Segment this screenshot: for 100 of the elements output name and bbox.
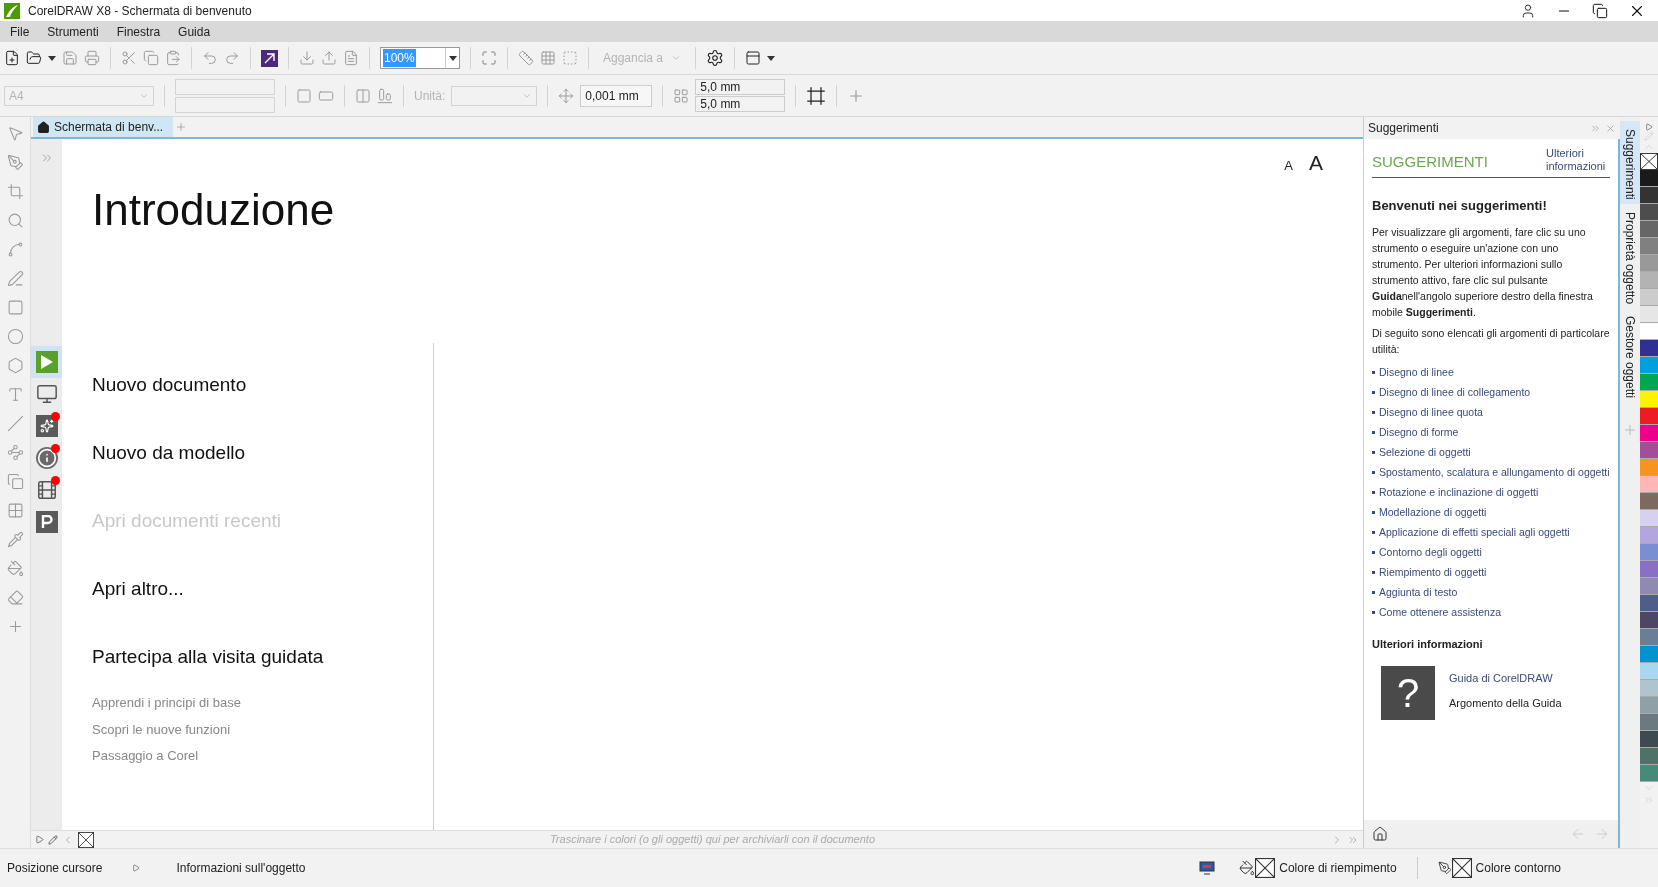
- welcome-link[interactable]: Apprendi i principi di base: [92, 693, 433, 713]
- color-swatch[interactable]: [1640, 714, 1658, 731]
- topic-link[interactable]: Disegno di linee: [1379, 363, 1454, 380]
- fill-bucket-icon[interactable]: [1239, 860, 1256, 876]
- paste-icon[interactable]: [165, 50, 181, 66]
- topic-link[interactable]: Come ottenere assistenza: [1379, 603, 1501, 620]
- duplicate-x-field[interactable]: 5,0 mm: [695, 79, 786, 95]
- palette-menu-icon[interactable]: [1645, 123, 1653, 131]
- color-swatch[interactable]: [1640, 391, 1658, 408]
- color-swatch[interactable]: [1640, 255, 1658, 272]
- text-icon[interactable]: [6, 386, 24, 403]
- color-swatch[interactable]: [1640, 476, 1658, 493]
- topic-link[interactable]: Selezione di oggetti: [1379, 443, 1471, 460]
- dimension-icon[interactable]: [6, 415, 24, 432]
- pdf-icon[interactable]: [343, 50, 359, 66]
- topic-link[interactable]: Modellazione di oggetti: [1379, 503, 1487, 520]
- welcome-tab[interactable]: [31, 346, 62, 378]
- welcome-menu-item[interactable]: Partecipa alla visita guidata: [92, 623, 433, 691]
- topic-link[interactable]: Contorno degli oggetti: [1379, 543, 1482, 560]
- docker-tab[interactable]: Suggerimenti: [1620, 121, 1640, 204]
- undo-icon[interactable]: [202, 50, 218, 66]
- color-swatch[interactable]: [1640, 646, 1658, 663]
- color-swatch[interactable]: [1640, 221, 1658, 238]
- portrait-icon[interactable]: [296, 87, 312, 104]
- color-swatch[interactable]: [1640, 544, 1658, 561]
- welcome-menu-item[interactable]: Nuovo documento: [92, 351, 433, 419]
- topic-link[interactable]: Riempimento di oggetti: [1379, 563, 1487, 580]
- more-info-link[interactable]: Ulteriori informazioni: [1546, 147, 1610, 173]
- document-tab[interactable]: Schermata di benv...: [33, 117, 173, 137]
- duplicate-y-field[interactable]: 5,0 mm: [695, 96, 786, 112]
- color-swatch[interactable]: [1640, 663, 1658, 680]
- outline-pen-icon[interactable]: [1437, 861, 1452, 875]
- polygon-icon[interactable]: [6, 357, 24, 374]
- color-swatch[interactable]: [1640, 306, 1658, 323]
- app-launcher-icon[interactable]: [261, 49, 278, 67]
- fill-icon[interactable]: [6, 560, 24, 577]
- export-icon[interactable]: [321, 50, 337, 66]
- docker-tab[interactable]: Proprietà oggetto: [1620, 203, 1640, 308]
- color-swatch[interactable]: [1640, 561, 1658, 578]
- color-swatch[interactable]: [1640, 442, 1658, 459]
- palette-menu-icon[interactable]: [35, 835, 44, 844]
- forward-icon[interactable]: [1594, 826, 1610, 842]
- color-swatch[interactable]: [1640, 765, 1658, 782]
- caret-icon[interactable]: [48, 55, 56, 61]
- color-swatch[interactable]: [1640, 493, 1658, 510]
- color-swatch[interactable]: [1640, 357, 1658, 374]
- units-field[interactable]: [451, 85, 538, 106]
- topic-link[interactable]: Disegno di linee di collegamento: [1379, 383, 1531, 400]
- back-icon[interactable]: [1570, 826, 1586, 842]
- shadow-icon[interactable]: [6, 473, 24, 490]
- color-swatch[interactable]: [1640, 595, 1658, 612]
- redo-icon[interactable]: [224, 50, 240, 66]
- copy-icon[interactable]: [143, 50, 159, 66]
- color-swatch[interactable]: [1640, 697, 1658, 714]
- topic-link[interactable]: Applicazione di effetti speciali agli oggetti: [1379, 523, 1570, 540]
- color-swatch[interactable]: [1640, 527, 1658, 544]
- color-swatch[interactable]: [1640, 408, 1658, 425]
- menu-item[interactable]: Guida: [172, 22, 217, 41]
- color-swatch[interactable]: [1640, 340, 1658, 357]
- welcome-link[interactable]: Passaggio a Corel: [92, 746, 433, 766]
- smaller-text-button[interactable]: A: [1284, 156, 1293, 176]
- full-screen-icon[interactable]: [481, 50, 497, 66]
- transparency-icon[interactable]: [6, 502, 24, 519]
- pen-icon[interactable]: [6, 270, 24, 287]
- open-folder-icon[interactable]: [26, 50, 42, 66]
- home-icon[interactable]: [1372, 826, 1388, 842]
- color-proofing-icon[interactable]: [1199, 861, 1216, 875]
- help-link[interactable]: Guida di CorelDRAW: [1449, 670, 1562, 687]
- account-icon[interactable]: [1520, 2, 1536, 19]
- connector-icon[interactable]: [6, 444, 24, 461]
- eyedropper-icon[interactable]: [6, 531, 24, 548]
- nudge-icon[interactable]: [558, 87, 575, 104]
- grid-icon[interactable]: [540, 50, 556, 66]
- welcome-link[interactable]: Scopri le nuove funzioni: [92, 719, 433, 739]
- topic-link[interactable]: Disegno di linee quota: [1379, 403, 1483, 420]
- application-launcher-icon[interactable]: [745, 50, 762, 66]
- color-swatch[interactable]: [1640, 510, 1658, 527]
- color-swatch[interactable]: [1640, 204, 1658, 221]
- color-swatch[interactable]: [1640, 680, 1658, 697]
- expand-arrow-icon[interactable]: [132, 864, 141, 872]
- new-tab-icon[interactable]: [175, 121, 187, 133]
- color-swatch[interactable]: [1640, 425, 1658, 442]
- topic-link[interactable]: Spostamento, scalatura e allungamento di oggetti: [1379, 463, 1610, 480]
- color-swatch[interactable]: [1640, 731, 1658, 748]
- import-icon[interactable]: [299, 50, 315, 66]
- larger-text-button[interactable]: A: [1309, 147, 1323, 179]
- rectangle-icon[interactable]: [6, 299, 24, 316]
- color-swatch[interactable]: [1640, 323, 1658, 340]
- color-swatch[interactable]: [1640, 187, 1658, 204]
- pointer-icon[interactable]: [6, 125, 24, 142]
- color-swatch[interactable]: [1640, 272, 1658, 289]
- menu-item[interactable]: Finestra: [110, 22, 167, 41]
- cut-icon[interactable]: [121, 50, 137, 66]
- shape-icon[interactable]: [6, 154, 24, 171]
- restore-icon[interactable]: [1592, 2, 1608, 19]
- caret-icon[interactable]: [448, 55, 457, 61]
- color-swatch[interactable]: [1640, 612, 1658, 629]
- color-swatch[interactable]: [1640, 238, 1658, 255]
- settings-icon[interactable]: [706, 49, 725, 67]
- page-height-field[interactable]: [175, 96, 275, 113]
